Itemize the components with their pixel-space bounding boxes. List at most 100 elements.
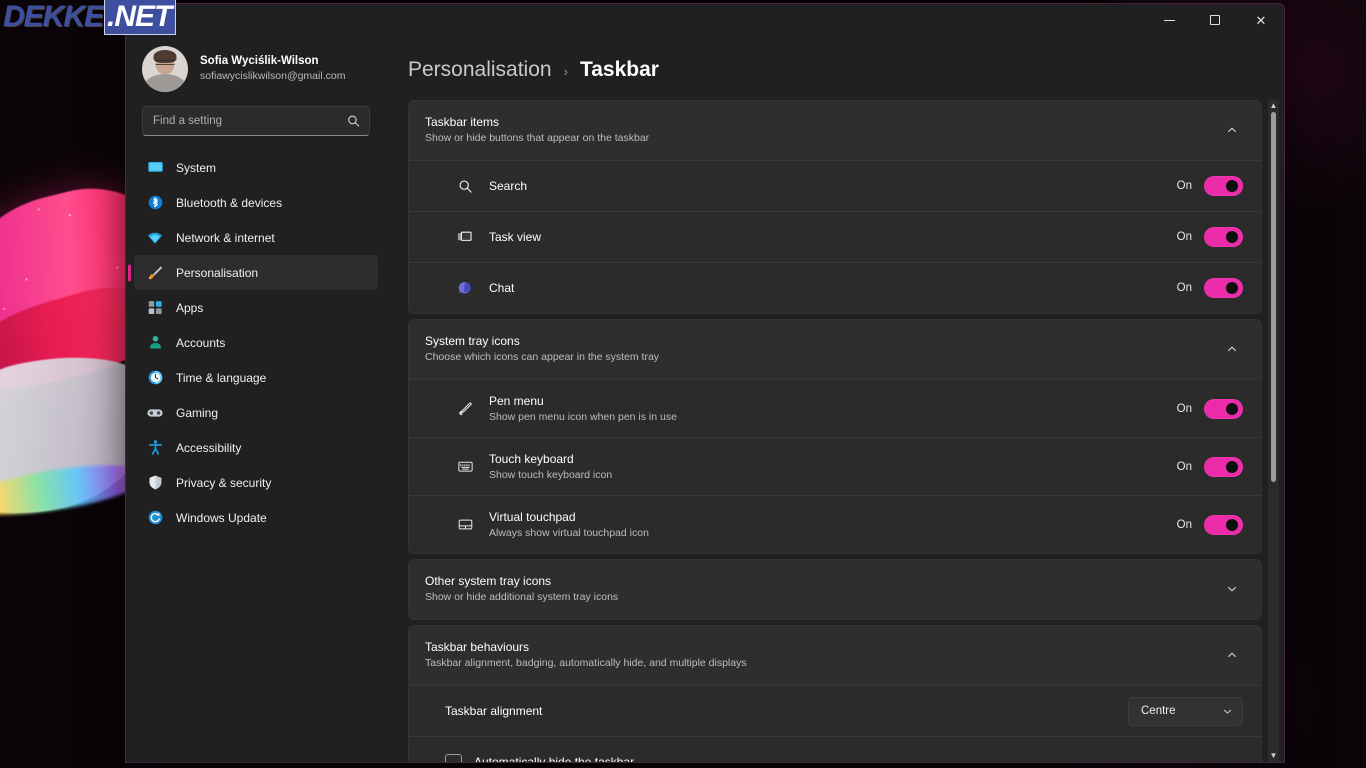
row-virtual-touchpad[interactable]: Virtual touchpad Always show virtual tou… bbox=[409, 495, 1261, 553]
section-header-system-tray-icons[interactable]: System tray icons Choose which icons can… bbox=[409, 320, 1261, 379]
chevron-up-icon[interactable] bbox=[1221, 644, 1243, 666]
sidebar-item-label: Privacy & security bbox=[176, 475, 272, 490]
row-taskbar-alignment: Taskbar alignment Centre bbox=[409, 685, 1261, 736]
breadcrumb-separator-icon: › bbox=[563, 64, 568, 79]
toggle-state-label: On bbox=[1176, 231, 1192, 243]
automatically-hide-taskbar-checkbox[interactable] bbox=[445, 753, 462, 762]
sidebar-item-label: Apps bbox=[176, 300, 204, 315]
section-title: Taskbar behaviours bbox=[425, 640, 530, 654]
toggle-task-view[interactable] bbox=[1204, 227, 1243, 247]
chevron-up-icon[interactable] bbox=[1221, 119, 1243, 141]
account-email: sofiawycislikwilson@gmail.com bbox=[200, 70, 346, 82]
accessibility-icon bbox=[146, 439, 164, 457]
shield-icon bbox=[146, 474, 164, 492]
row-subtitle: Show pen menu icon when pen is in use bbox=[489, 410, 677, 423]
toggle-touch-keyboard[interactable] bbox=[1204, 456, 1243, 477]
site-watermark: DEKKE .NET bbox=[0, 0, 177, 35]
paintbrush-icon bbox=[146, 264, 164, 282]
row-title: Task view bbox=[489, 230, 542, 244]
chevron-up-icon[interactable] bbox=[1221, 338, 1243, 360]
row-title: Search bbox=[489, 179, 528, 193]
toggle-virtual-touchpad[interactable] bbox=[1204, 514, 1243, 535]
chevron-down-icon[interactable] bbox=[1221, 578, 1243, 600]
sidebar-item-accessibility[interactable]: Accessibility bbox=[134, 430, 378, 465]
sidebar-item-label: Network & internet bbox=[176, 230, 275, 245]
sidebar: Sofia Wyciślik-Wilson sofiawycislikwilso… bbox=[126, 36, 386, 762]
sidebar-item-label: Accessibility bbox=[176, 440, 242, 455]
breadcrumb-parent-link[interactable]: Personalisation bbox=[408, 58, 552, 82]
search-icon bbox=[347, 115, 360, 128]
sidebar-item-label: Personalisation bbox=[176, 265, 259, 280]
gamepad-icon bbox=[146, 404, 164, 422]
sidebar-item-network-internet[interactable]: Network & internet bbox=[134, 220, 378, 255]
setting-label: Taskbar alignment bbox=[445, 704, 543, 718]
section-header-taskbar-items[interactable]: Taskbar items Show or hide buttons that … bbox=[409, 101, 1261, 160]
row-subtitle: Always show virtual touchpad icon bbox=[489, 526, 649, 539]
sidebar-item-apps[interactable]: Apps bbox=[134, 290, 378, 325]
sidebar-item-label: System bbox=[176, 160, 217, 175]
sidebar-item-system[interactable]: System bbox=[134, 150, 378, 185]
window-titlebar: ✕ bbox=[126, 4, 1284, 36]
apps-icon bbox=[146, 299, 164, 317]
avatar bbox=[142, 46, 188, 92]
row-task-view[interactable]: Task view On bbox=[409, 211, 1261, 262]
row-automatically-hide-taskbar[interactable]: Automatically hide the taskbar bbox=[409, 736, 1261, 762]
sidebar-item-gaming[interactable]: Gaming bbox=[134, 395, 378, 430]
main-content: Personalisation › Taskbar Taskbar items … bbox=[386, 36, 1284, 762]
scrollbar-track[interactable] bbox=[1268, 100, 1279, 762]
scrollbar-thumb[interactable] bbox=[1271, 112, 1276, 482]
close-button[interactable]: ✕ bbox=[1238, 4, 1284, 36]
section-title: Other system tray icons bbox=[425, 574, 552, 588]
toggle-state-label: On bbox=[1176, 180, 1192, 192]
row-pen-menu[interactable]: Pen menu Show pen menu icon when pen is … bbox=[409, 379, 1261, 437]
toggle-search[interactable] bbox=[1204, 176, 1243, 196]
sidebar-item-accounts[interactable]: Accounts bbox=[134, 325, 378, 360]
close-icon: ✕ bbox=[1255, 12, 1267, 28]
chat-icon bbox=[455, 278, 475, 298]
settings-window: ✕ Sofia Wyciślik-Wilson sofiawycislikwil… bbox=[125, 3, 1285, 763]
maximize-button[interactable] bbox=[1192, 4, 1238, 36]
checkbox-label: Automatically hide the taskbar bbox=[474, 755, 635, 762]
chevron-down-icon bbox=[1222, 706, 1233, 717]
sidebar-item-label: Time & language bbox=[176, 370, 267, 385]
row-subtitle: Show touch keyboard icon bbox=[489, 468, 613, 481]
update-icon bbox=[146, 509, 164, 527]
toggle-state-label: On bbox=[1176, 402, 1192, 415]
window-body: Sofia Wyciślik-Wilson sofiawycislikwilso… bbox=[126, 36, 1284, 762]
search-input[interactable] bbox=[143, 115, 369, 127]
toggle-chat[interactable] bbox=[1204, 278, 1243, 298]
sidebar-item-privacy-security[interactable]: Privacy & security bbox=[134, 465, 378, 500]
sidebar-item-label: Gaming bbox=[176, 405, 219, 420]
section-subtitle: Choose which icons can appear in the sys… bbox=[425, 351, 660, 363]
touchpad-icon bbox=[455, 515, 475, 535]
account-block[interactable]: Sofia Wyciślik-Wilson sofiawycislikwilso… bbox=[126, 36, 386, 106]
taskbar-alignment-dropdown[interactable]: Centre bbox=[1128, 696, 1243, 726]
sidebar-item-windows-update[interactable]: Windows Update bbox=[134, 500, 378, 535]
row-chat[interactable]: Chat On bbox=[409, 262, 1261, 313]
watermark-text-secondary: .NET bbox=[104, 0, 177, 35]
minimize-icon bbox=[1163, 19, 1175, 21]
page-title: Taskbar bbox=[579, 58, 659, 81]
clock-icon bbox=[146, 369, 164, 387]
row-title: Virtual touchpad bbox=[489, 509, 576, 524]
row-title: Touch keyboard bbox=[489, 451, 574, 466]
maximize-icon bbox=[1210, 15, 1220, 25]
section-header-taskbar-behaviours[interactable]: Taskbar behaviours Taskbar alignment, ba… bbox=[409, 626, 1261, 685]
sidebar-item-personalisation[interactable]: Personalisation bbox=[134, 255, 378, 290]
toggle-pen-menu[interactable] bbox=[1204, 398, 1243, 419]
content-scrollbar[interactable]: ▲ ▼ bbox=[1268, 100, 1279, 762]
section-header-other-system-tray-icons[interactable]: Other system tray icons Show or hide add… bbox=[409, 560, 1261, 619]
settings-scroll-area: Taskbar items Show or hide buttons that … bbox=[386, 100, 1284, 762]
person-icon bbox=[146, 334, 164, 352]
search-box[interactable] bbox=[142, 106, 370, 136]
pen-icon bbox=[455, 399, 475, 419]
sidebar-item-bluetooth-devices[interactable]: Bluetooth & devices bbox=[134, 185, 378, 220]
sidebar-item-label: Accounts bbox=[176, 335, 226, 350]
sidebar-nav: System Bluetooth & devices Network & int… bbox=[126, 150, 386, 535]
row-touch-keyboard[interactable]: Touch keyboard Show touch keyboard icon … bbox=[409, 437, 1261, 495]
sidebar-item-time-language[interactable]: Time & language bbox=[134, 360, 378, 395]
minimize-button[interactable] bbox=[1146, 4, 1192, 36]
row-search[interactable]: Search On bbox=[409, 160, 1261, 211]
toggle-state-label: On bbox=[1176, 460, 1192, 473]
monitor-icon bbox=[146, 159, 164, 177]
